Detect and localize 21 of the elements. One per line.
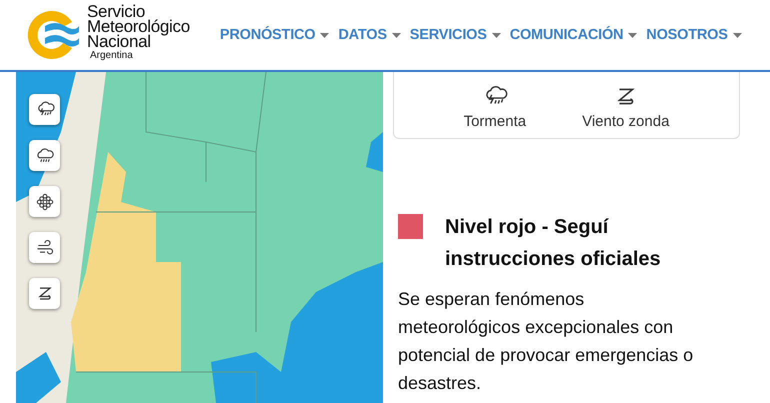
nav-menu-item[interactable]: PRONÓSTICO [220,27,330,43]
map-layer-button[interactable] [29,140,60,171]
nav-menu-item[interactable]: SERVICIOS [410,27,501,43]
legend-label: Viento zonda [582,113,670,130]
map-layer-button[interactable] [29,94,60,125]
map-layer-button[interactable] [29,186,60,217]
map-layer-button[interactable] [29,278,60,309]
snowflake-icon [34,192,54,212]
legend-label: Tormenta [464,113,526,130]
nav-menu-item[interactable]: DATOS [338,27,401,43]
alert-title: Nivel rojo - Seguí instrucciones oficiales [445,215,662,272]
logo-country: Argentina [90,50,134,62]
logo-icon [25,8,79,62]
logo-name: Servicio [87,4,146,19]
logo-name: Meteorológico [87,19,190,34]
wind-icon [34,238,54,258]
nav-menu-item[interactable]: COMUNICACIÓN [510,27,638,43]
nav-menu-item[interactable]: NOSOTROS [646,27,742,43]
alert-description: Se esperan fenómenos meteorológicos excepcionales con potencial de provocar emergencias o desastres. [398,288,694,395]
map-layer-button[interactable] [29,232,60,263]
logo-name: Nacional [87,34,151,49]
